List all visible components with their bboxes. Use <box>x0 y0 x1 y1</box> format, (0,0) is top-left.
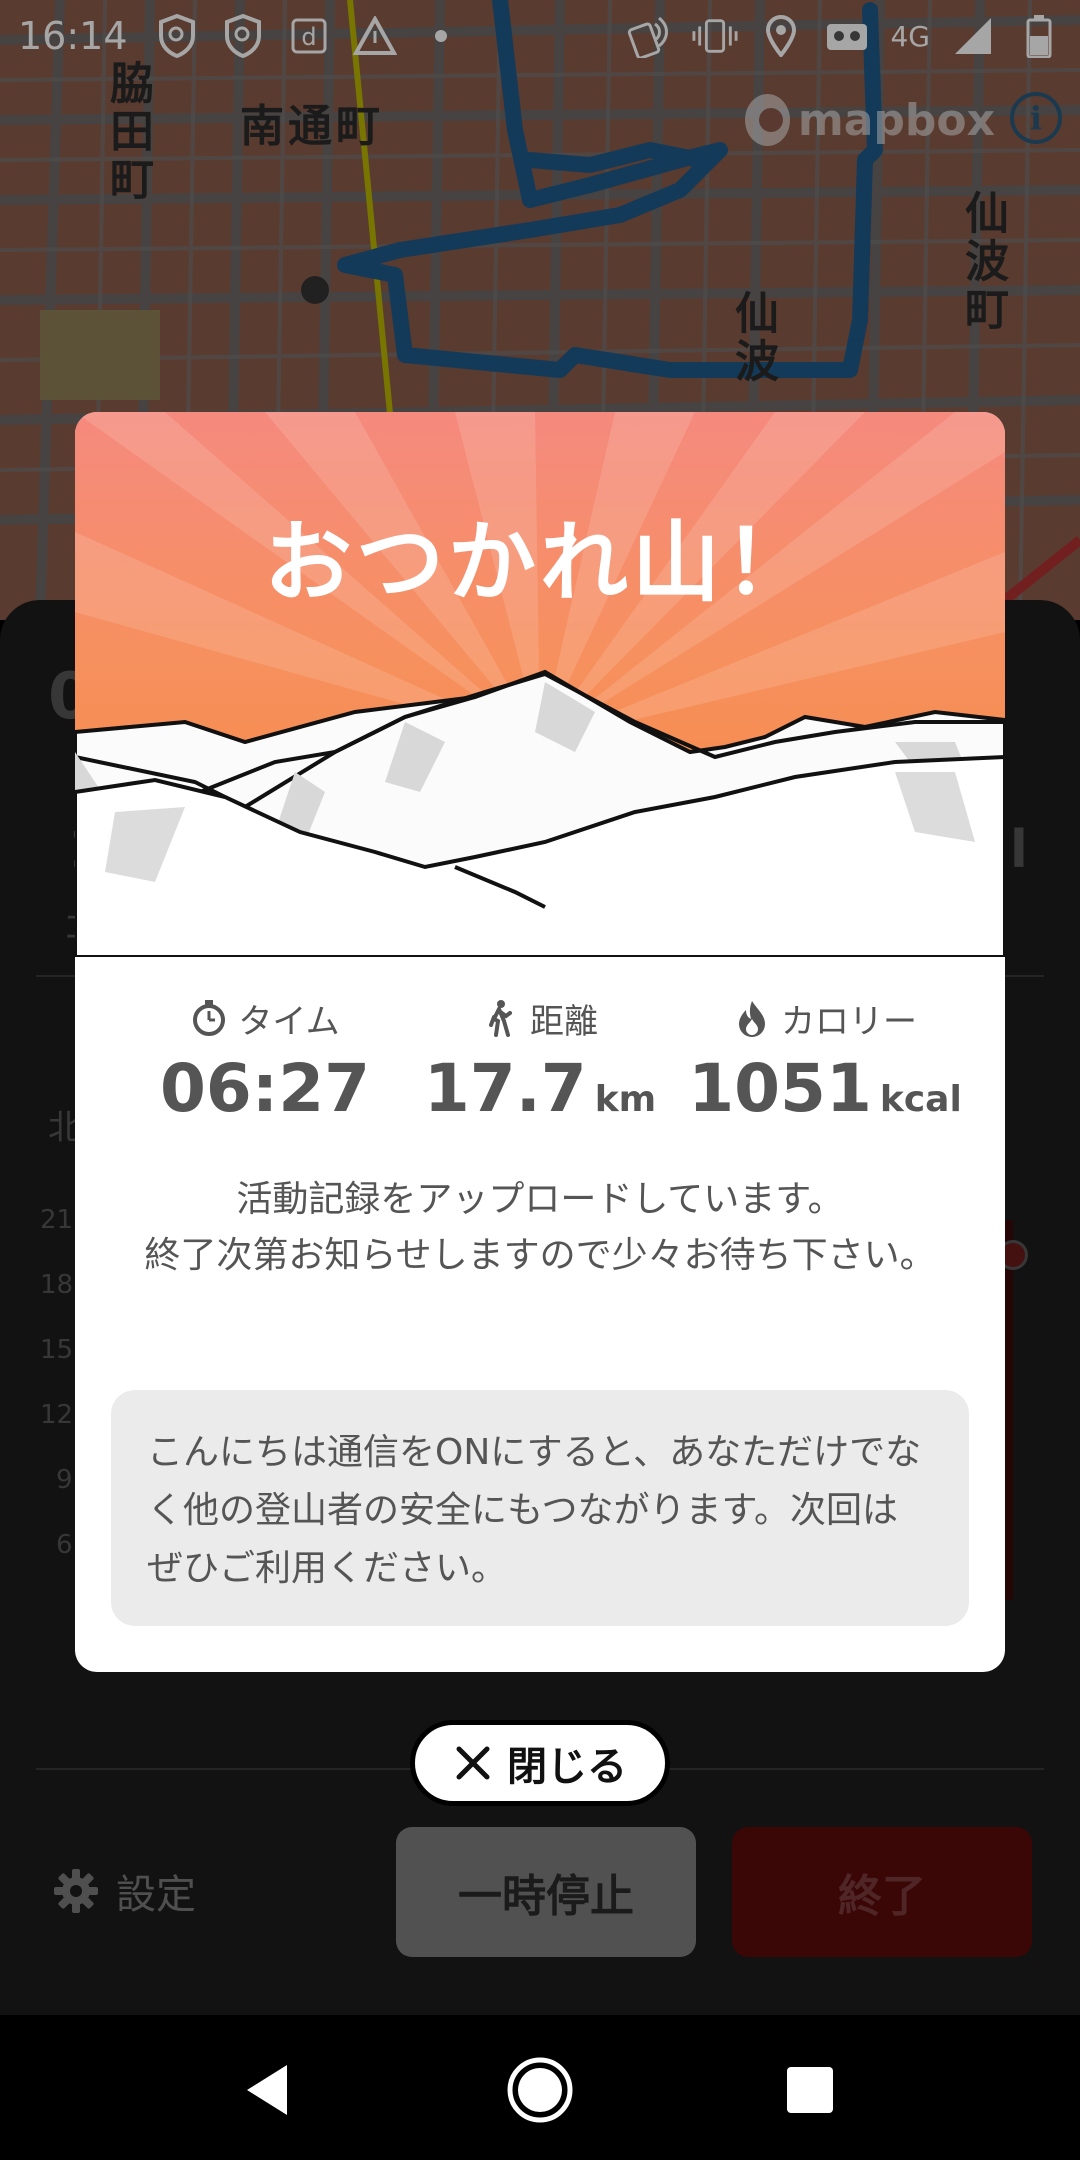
upload-message: 活動記録をアップロードしています。 終了次第お知らせしますので少々お待ち下さい。 <box>125 1172 955 1284</box>
stat-time: タイム 06:27 <box>135 992 395 1127</box>
stat-distance-unit: km <box>594 1079 657 1120</box>
stopwatch-icon <box>193 1000 226 1036</box>
back-icon[interactable] <box>235 2055 305 2125</box>
stat-distance-label: 距離 <box>530 1001 598 1042</box>
upload-message-line2: 終了次第お知らせしますので少々お待ち下さい。 <box>144 1235 936 1276</box>
close-button[interactable]: 閉じる <box>410 1720 670 1806</box>
completion-dialog: おつかれ山！ タイム 06:27 距離 17.7 km カロリー 1051 kc… <box>75 412 1005 1672</box>
hero-banner: おつかれ山！ <box>75 412 1005 957</box>
recent-apps-icon[interactable] <box>775 2055 845 2125</box>
stats-row: タイム 06:27 距離 17.7 km カロリー 1051 kcal <box>75 992 1005 1142</box>
stat-calories-label: カロリー <box>781 1001 917 1042</box>
stat-time-value: 06:27 <box>159 1050 371 1127</box>
close-icon <box>456 1746 490 1780</box>
hiker-icon <box>489 1000 512 1037</box>
stat-calories-value: 1051 <box>688 1050 872 1127</box>
home-icon[interactable] <box>505 2055 575 2125</box>
stat-time-label: タイム <box>238 1001 340 1042</box>
system-navigation-bar <box>0 2015 1080 2160</box>
stat-calories: カロリー 1051 kcal <box>680 992 970 1127</box>
stat-calories-unit: kcal <box>879 1079 962 1120</box>
dialog-title: おつかれ山！ <box>263 511 816 614</box>
upload-message-line1: 活動記録をアップロードしています。 <box>236 1179 844 1220</box>
close-label: 閉じる <box>507 1744 627 1790</box>
communication-tip: こんにちは通信をONにすると、あなただけでなく他の登山者の安全にもつながります。… <box>111 1390 969 1626</box>
flame-icon <box>739 1001 765 1037</box>
stat-distance-value: 17.7 <box>423 1050 587 1127</box>
stat-distance: 距離 17.7 km <box>405 992 675 1127</box>
